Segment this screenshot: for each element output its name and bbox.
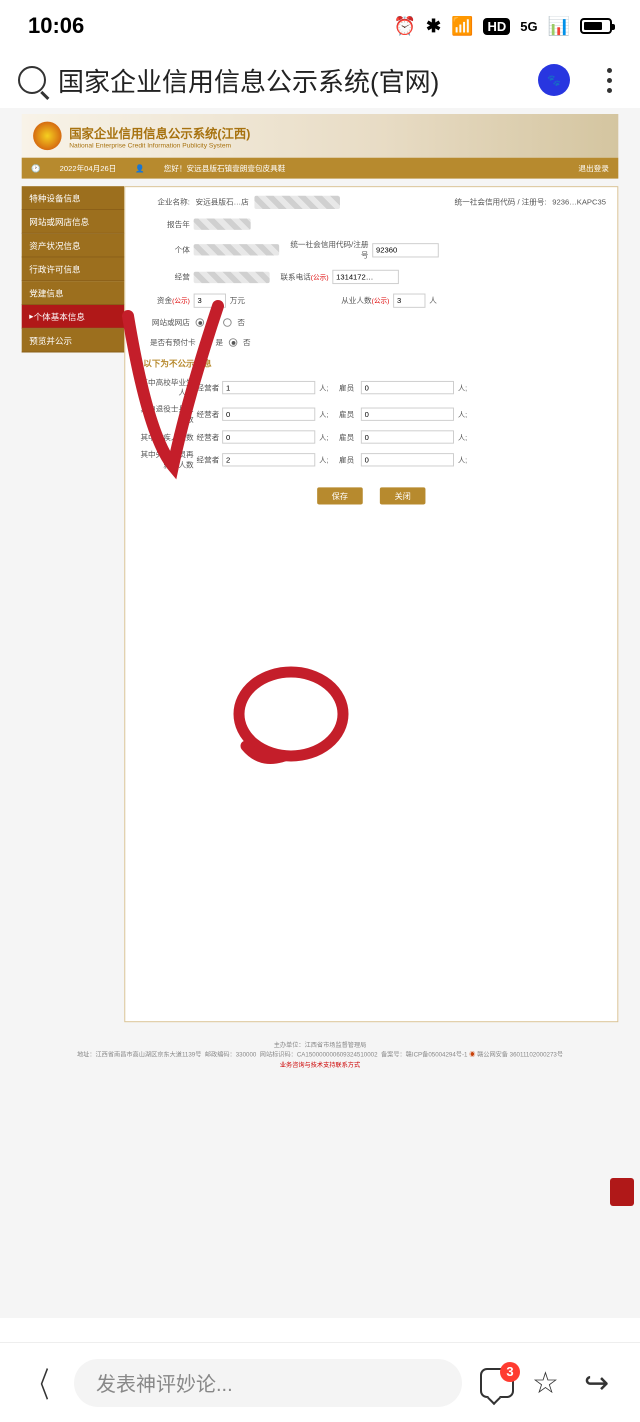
has-website-label: 网站或网店 (135, 317, 190, 327)
alarm-icon: ⏰ (394, 16, 416, 37)
sidebar-item-license[interactable]: 行政许可信息 (22, 257, 125, 281)
redacted-area (194, 219, 251, 230)
signal-icon: 📊 (548, 16, 570, 37)
employee-count-label: 从业人数(公示) (306, 295, 390, 305)
form-row-veterans: 其中退役士兵人数 经营者 人; 雇员 人; (135, 404, 608, 425)
contact-phone-input[interactable] (332, 270, 399, 284)
employee-unit: 人 (429, 295, 437, 305)
sidebar-item-website[interactable]: 网站或网店信息 (22, 210, 125, 234)
wifi-icon: 📶 (451, 16, 473, 37)
sidebar-item-preview[interactable]: 预览并公示 (22, 329, 125, 353)
contact-label: 联系电话(公示) (273, 272, 328, 282)
individual-label: 个体 (135, 245, 190, 255)
redacted-area (194, 244, 280, 255)
redacted-area (254, 195, 339, 208)
employee-count-input[interactable] (393, 294, 425, 308)
credit-code-label: 统一社会信用代码 / 注册号: (344, 197, 547, 207)
report-year-label: 报告年 (135, 219, 190, 229)
private-section-header: 以下为不公示信息 (135, 357, 608, 369)
baidu-logo-icon[interactable]: 🐾 (538, 64, 570, 96)
site-subtitle: National Enterprise Credit Information P… (69, 142, 250, 149)
form-row-graduates: 其中高校毕业生人数 经营者 人; 雇员 人; (135, 377, 608, 398)
share-icon[interactable]: ↪ (584, 1366, 618, 1400)
capital-unit: 万元 (230, 295, 245, 305)
graduates-employee-input[interactable] (361, 381, 454, 394)
clock-icon: 🕐 (31, 164, 40, 173)
credit-code-input[interactable] (372, 243, 439, 257)
search-icon[interactable] (18, 66, 46, 94)
site-title: 国家企业信用信息公示系统 (69, 126, 217, 140)
save-button[interactable]: 保存 (317, 487, 363, 504)
webpage-viewport: 国家企业信用信息公示系统(江西) National Enterprise Cre… (0, 108, 640, 1318)
floating-badge-icon[interactable] (610, 1178, 634, 1206)
app-bottom-bar: 〈 发表神评妙论... 3 ☆ ↪ (0, 1342, 640, 1422)
bluetooth-icon: ✱ (426, 16, 441, 37)
website-no-radio[interactable] (223, 318, 232, 327)
disabled-operator-input[interactable] (222, 430, 315, 443)
sidebar-nav: 特种设备信息 网站或网店信息 资产状况信息 行政许可信息 党建信息 ▸ 个体基本… (22, 186, 125, 1022)
user-icon: 👤 (135, 164, 144, 173)
veterans-employee-input[interactable] (361, 408, 454, 421)
sidebar-item-basic-info[interactable]: ▸ 个体基本信息 (22, 305, 125, 329)
main-form-panel: 企业名称: 安远县版石…店 统一社会信用代码 / 注册号: 9236…KAPC3… (124, 186, 618, 1022)
operator-label: 经营 (135, 272, 190, 282)
credit2-label: 统一社会信用代码/注册号 (283, 239, 369, 260)
phone-status-bar: 10:06 ⏰ ✱ 📶 HD 5G 📊 (0, 0, 640, 52)
today-date: 2022年04月26日 (60, 163, 117, 173)
site-header: 国家企业信用信息公示系统(江西) National Enterprise Cre… (22, 114, 619, 158)
enterprise-name-value: 安远县版石…店 (194, 195, 251, 209)
clock: 10:06 (28, 13, 84, 39)
capital-label: 资金(公示) (135, 295, 190, 305)
logout-link[interactable]: 退出登录 (578, 163, 608, 173)
more-menu-icon[interactable] (596, 68, 622, 93)
browser-title-bar: 国家企业信用信息公示系统(官网) 🐾 (0, 52, 640, 108)
form-row-disabled: 其中残疾人人数 经营者 人; 雇员 人; (135, 430, 608, 443)
redacted-area (194, 271, 270, 282)
comments-count-badge: 3 (500, 1362, 520, 1382)
comment-input[interactable]: 发表神评妙论... (74, 1359, 462, 1407)
credit-code-value: 9236…KAPC35 (550, 196, 607, 208)
prepaid-yes-radio[interactable] (201, 338, 210, 347)
favorite-icon[interactable]: ☆ (532, 1366, 566, 1400)
website-yes-radio[interactable] (196, 318, 205, 327)
battery-icon (580, 18, 612, 34)
greeting-text: 您好！安远县版石镇壹朗壹包皮具鞋 (164, 163, 286, 173)
network-icon: 5G (520, 19, 537, 34)
page-footer: 主办单位：江西省市场监督管理局 地址：江西省南昌市高山湖区京东大道1139号 邮… (22, 1041, 619, 1071)
close-button[interactable]: 关闭 (380, 487, 426, 504)
disabled-employee-input[interactable] (361, 430, 454, 443)
sidebar-item-special-equipment[interactable]: 特种设备信息 (22, 186, 125, 210)
back-button[interactable]: 〈 (29, 1358, 49, 1407)
national-emblem-icon (33, 122, 62, 151)
unemployed-operator-input[interactable] (222, 453, 315, 466)
sidebar-item-party[interactable]: 党建信息 (22, 281, 125, 305)
info-bar: 🕐 2022年04月26日 👤 您好！安远县版石镇壹朗壹包皮具鞋 退出登录 (22, 158, 619, 179)
enterprise-name-label: 企业名称: (135, 197, 190, 207)
unemployed-employee-input[interactable] (361, 453, 454, 466)
sidebar-item-assets[interactable]: 资产状况信息 (22, 234, 125, 258)
has-prepaid-label: 是否有预付卡 (135, 337, 196, 347)
capital-input[interactable] (194, 294, 226, 308)
prepaid-no-radio[interactable] (229, 338, 238, 347)
graduates-operator-input[interactable] (222, 381, 315, 394)
hd-icon: HD (483, 18, 510, 35)
comments-icon[interactable]: 3 (480, 1368, 514, 1398)
form-row-unemployed: 其中失业人员再就业人数 经营者 人; 雇员 人; (135, 449, 608, 470)
veterans-operator-input[interactable] (222, 408, 315, 421)
page-title[interactable]: 国家企业信用信息公示系统(官网) (58, 62, 526, 99)
